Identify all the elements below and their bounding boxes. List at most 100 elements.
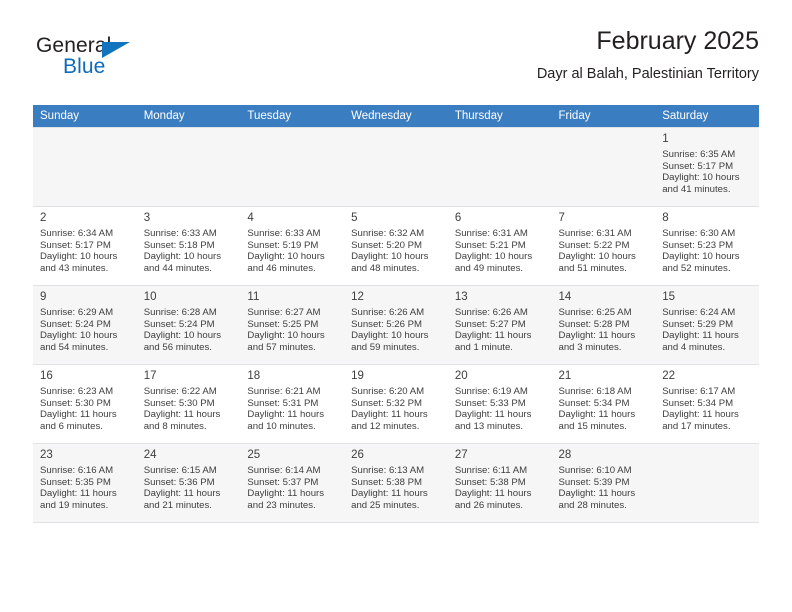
sunset-text: Sunset: 5:20 PM xyxy=(351,239,423,251)
brand-logo[interactable]: General Blue xyxy=(33,34,233,92)
page-header: General Blue February 2025 Dayr al Balah… xyxy=(33,26,759,98)
sunrise-text: Sunrise: 6:31 AM xyxy=(558,228,632,239)
sunrise-text: Sunrise: 6:10 AM xyxy=(558,465,632,476)
calendar-day-cell[interactable]: 5 Sunrise: 6:32 AM Sunset: 5:20 PM Daylight… xyxy=(344,206,448,286)
sunset-text: Sunset: 5:19 PM xyxy=(247,239,319,251)
calendar-day-cell[interactable]: 21 Sunrise: 6:18 AM Sunset: 5:34 PM Dayligh… xyxy=(551,364,656,444)
sun-info: Sunrise: 6:14 AM Sunset: 5:37 PM Daylight:… xyxy=(247,465,339,511)
calendar-day-cell[interactable]: 11 Sunrise: 6:27 AM Sunset: 5:25 PM Dayligh… xyxy=(240,285,345,365)
calendar-day-cell[interactable]: 20 Sunrise: 6:19 AM Sunset: 5:33 PM Dayligh… xyxy=(447,364,552,444)
calendar-cell-empty xyxy=(344,127,448,207)
day-cell-content: 28 Sunrise: 6:10 AM Sunset: 5:39 PM Dayligh… xyxy=(552,444,656,522)
daylight-text: Daylight: 11 hours and 13 minutes. xyxy=(454,409,532,432)
day-number: 13 xyxy=(454,291,468,303)
day-cell-content: 22 Sunrise: 6:17 AM Sunset: 5:34 PM Dayligh… xyxy=(655,365,759,443)
calendar-day-cell[interactable]: 14 Sunrise: 6:25 AM Sunset: 5:28 PM Dayligh… xyxy=(551,285,656,365)
calendar-day-cell[interactable]: 19 Sunrise: 6:20 AM Sunset: 5:32 PM Dayligh… xyxy=(344,364,448,444)
daylight-text: Daylight: 11 hours and 23 minutes. xyxy=(247,488,325,511)
calendar-day-cell[interactable]: 2 Sunrise: 6:34 AM Sunset: 5:17 PM Daylight… xyxy=(33,206,137,286)
day-cell-content: 11 Sunrise: 6:27 AM Sunset: 5:25 PM Dayligh… xyxy=(240,286,344,364)
calendar-week-row: 23 Sunrise: 6:16 AM Sunset: 5:35 PM Dayligh… xyxy=(33,443,759,523)
sunset-text: Sunset: 5:21 PM xyxy=(454,239,526,251)
calendar-header-row: Sunday Monday Tuesday Wednesday Thursday Frid… xyxy=(33,105,759,128)
daylight-text: Daylight: 11 hours and 26 minutes. xyxy=(454,488,532,511)
day-cell-content: 26 Sunrise: 6:13 AM Sunset: 5:38 PM Dayligh… xyxy=(344,444,448,522)
sun-info: Sunrise: 6:18 AM Sunset: 5:34 PM Daylight:… xyxy=(559,386,651,432)
sunrise-text: Sunrise: 6:33 AM xyxy=(143,228,217,239)
calendar-day-cell[interactable]: 16 Sunrise: 6:23 AM Sunset: 5:30 PM Dayligh… xyxy=(33,364,137,444)
day-number: 20 xyxy=(454,370,468,382)
calendar-cell-empty xyxy=(655,443,759,523)
calendar-day-cell[interactable]: 24 Sunrise: 6:15 AM Sunset: 5:36 PM Dayligh… xyxy=(136,443,241,523)
calendar-grid: Sunday Monday Tuesday Wednesday Thursday Frid… xyxy=(33,105,759,523)
sunset-text: Sunset: 5:39 PM xyxy=(558,476,630,488)
day-number: 6 xyxy=(454,212,462,224)
calendar-table: Sunday Monday Tuesday Wednesday Thursday Frid… xyxy=(33,105,759,523)
day-cell-content: 18 Sunrise: 6:21 AM Sunset: 5:31 PM Dayligh… xyxy=(240,365,344,443)
calendar-cell-empty xyxy=(33,127,137,207)
daylight-text: Daylight: 11 hours and 8 minutes. xyxy=(143,409,221,432)
calendar-day-cell[interactable]: 17 Sunrise: 6:22 AM Sunset: 5:30 PM Dayligh… xyxy=(136,364,241,444)
day-number: 15 xyxy=(662,291,676,303)
sun-info: Sunrise: 6:29 AM Sunset: 5:24 PM Daylight:… xyxy=(40,307,132,353)
calendar-day-cell[interactable]: 4 Sunrise: 6:33 AM Sunset: 5:19 PM Daylight… xyxy=(240,206,345,286)
daylight-text: Daylight: 10 hours and 41 minutes. xyxy=(662,172,740,195)
calendar-day-cell[interactable]: 15 Sunrise: 6:24 AM Sunset: 5:29 PM Dayligh… xyxy=(655,285,759,365)
sun-info: Sunrise: 6:10 AM Sunset: 5:39 PM Daylight:… xyxy=(559,465,651,511)
calendar-day-cell[interactable]: 26 Sunrise: 6:13 AM Sunset: 5:38 PM Dayligh… xyxy=(344,443,448,523)
calendar-day-cell[interactable]: 23 Sunrise: 6:16 AM Sunset: 5:35 PM Dayligh… xyxy=(33,443,137,523)
day-number: 23 xyxy=(40,449,53,461)
calendar-day-cell[interactable]: 3 Sunrise: 6:33 AM Sunset: 5:18 PM Daylight… xyxy=(136,206,241,286)
sunset-text: Sunset: 5:18 PM xyxy=(143,239,215,251)
calendar-day-cell[interactable]: 22 Sunrise: 6:17 AM Sunset: 5:34 PM Dayligh… xyxy=(655,364,759,444)
calendar-day-cell[interactable]: 18 Sunrise: 6:21 AM Sunset: 5:31 PM Dayligh… xyxy=(240,364,345,444)
calendar-day-cell[interactable]: 25 Sunrise: 6:14 AM Sunset: 5:37 PM Dayligh… xyxy=(240,443,345,523)
day-number: 10 xyxy=(143,291,157,303)
page-subtitle: Dayr al Balah, Palestinian Territory xyxy=(536,66,759,82)
sun-info: Sunrise: 6:16 AM Sunset: 5:35 PM Daylight:… xyxy=(40,465,132,511)
daylight-text: Daylight: 10 hours and 43 minutes. xyxy=(40,251,118,274)
triangle-flag-icon xyxy=(102,42,130,58)
day-number: 24 xyxy=(143,449,157,461)
calendar-day-cell[interactable]: 12 Sunrise: 6:26 AM Sunset: 5:26 PM Dayligh… xyxy=(344,285,448,365)
calendar-cell-empty xyxy=(551,127,656,207)
sun-info: Sunrise: 6:31 AM Sunset: 5:21 PM Daylight:… xyxy=(455,228,547,274)
calendar-day-cell[interactable]: 8 Sunrise: 6:30 AM Sunset: 5:23 PM Daylight… xyxy=(655,206,759,286)
day-cell-content: 21 Sunrise: 6:18 AM Sunset: 5:34 PM Dayligh… xyxy=(552,365,656,443)
brand-name-blue: Blue xyxy=(63,55,106,78)
day-cell-content: 14 Sunrise: 6:25 AM Sunset: 5:28 PM Dayligh… xyxy=(552,286,656,364)
weekday-header-saturday: Saturday xyxy=(655,105,759,128)
sunset-text: Sunset: 5:31 PM xyxy=(247,397,319,409)
calendar-day-cell[interactable]: 7 Sunrise: 6:31 AM Sunset: 5:22 PM Daylight… xyxy=(551,206,656,286)
daylight-text: Daylight: 10 hours and 57 minutes. xyxy=(247,330,325,353)
sun-info: Sunrise: 6:28 AM Sunset: 5:24 PM Daylight:… xyxy=(144,307,236,353)
daylight-text: Daylight: 10 hours and 52 minutes. xyxy=(662,251,740,274)
weekday-header-friday: Friday xyxy=(551,105,656,128)
calendar-day-cell[interactable]: 27 Sunrise: 6:11 AM Sunset: 5:38 PM Dayligh… xyxy=(447,443,552,523)
calendar-day-cell[interactable]: 13 Sunrise: 6:26 AM Sunset: 5:27 PM Dayligh… xyxy=(447,285,552,365)
daylight-text: Daylight: 11 hours and 21 minutes. xyxy=(143,488,221,511)
sunset-text: Sunset: 5:24 PM xyxy=(40,318,111,330)
weekday-header-thursday: Thursday xyxy=(447,105,552,128)
calendar-day-cell[interactable]: 6 Sunrise: 6:31 AM Sunset: 5:21 PM Daylight… xyxy=(447,206,552,286)
sun-info: Sunrise: 6:26 AM Sunset: 5:26 PM Daylight:… xyxy=(351,307,443,353)
calendar-day-cell[interactable]: 10 Sunrise: 6:28 AM Sunset: 5:24 PM Dayligh… xyxy=(136,285,241,365)
sun-info: Sunrise: 6:34 AM Sunset: 5:17 PM Daylight:… xyxy=(40,228,132,274)
sunset-text: Sunset: 5:34 PM xyxy=(558,397,630,409)
calendar-day-cell[interactable]: 9 Sunrise: 6:29 AM Sunset: 5:24 PM Daylight… xyxy=(33,285,137,365)
day-cell-content: 3 Sunrise: 6:33 AM Sunset: 5:18 PM Daylight… xyxy=(137,207,241,285)
daylight-text: Daylight: 11 hours and 12 minutes. xyxy=(351,409,428,432)
daylight-text: Daylight: 11 hours and 28 minutes. xyxy=(558,488,636,511)
calendar-day-cell[interactable]: 28 Sunrise: 6:10 AM Sunset: 5:39 PM Dayligh… xyxy=(551,443,656,523)
sunset-text: Sunset: 5:29 PM xyxy=(662,318,734,330)
day-number: 18 xyxy=(247,370,261,382)
day-number: 11 xyxy=(247,291,260,303)
daylight-text: Daylight: 11 hours and 3 minutes. xyxy=(558,330,636,353)
calendar-day-cell[interactable]: 1 Sunrise: 6:35 AM Sunset: 5:17 PM Daylight… xyxy=(655,127,759,207)
sun-info: Sunrise: 6:24 AM Sunset: 5:29 PM Daylight:… xyxy=(662,307,754,353)
daylight-text: Daylight: 11 hours and 15 minutes. xyxy=(558,409,636,432)
day-number: 25 xyxy=(247,449,261,461)
sun-info: Sunrise: 6:20 AM Sunset: 5:32 PM Daylight:… xyxy=(351,386,443,432)
day-number: 1 xyxy=(662,133,669,145)
daylight-text: Daylight: 10 hours and 56 minutes. xyxy=(143,330,222,353)
